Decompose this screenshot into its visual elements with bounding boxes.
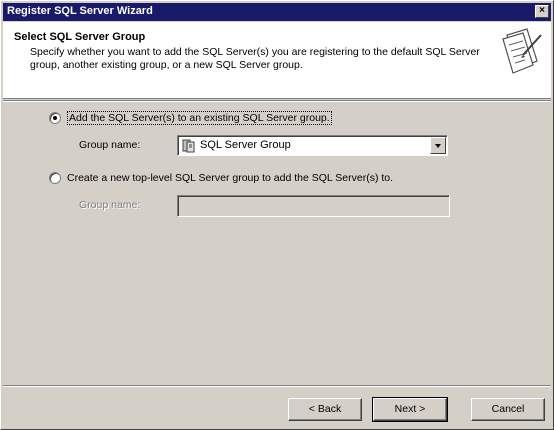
next-button[interactable]: Next > <box>372 397 448 422</box>
new-group-name-label: Group name: <box>79 199 141 211</box>
new-group-name-input[interactable] <box>177 195 450 217</box>
wizard-document-icon <box>502 28 542 74</box>
back-button[interactable]: < Back <box>288 398 362 421</box>
existing-group-option[interactable]: Add the SQL Server(s) to an existing SQL… <box>49 111 332 125</box>
close-icon: × <box>539 5 545 16</box>
chevron-down-icon[interactable] <box>430 137 446 154</box>
new-group-label: Create a new top-level SQL Server group … <box>67 172 394 184</box>
page-description: Specify whether you want to add the SQL … <box>30 46 480 71</box>
wizard-window: Register SQL Server Wizard × Select SQL … <box>0 0 554 430</box>
server-group-icon <box>182 139 195 153</box>
existing-group-radio[interactable] <box>49 112 61 124</box>
footer-divider <box>3 385 551 387</box>
group-name-value: SQL Server Group <box>200 139 291 151</box>
group-name-select[interactable]: SQL Server Group <box>177 135 448 156</box>
window-title: Register SQL Server Wizard <box>7 5 153 17</box>
page-title: Select SQL Server Group <box>14 31 146 43</box>
new-group-option[interactable]: Create a new top-level SQL Server group … <box>49 172 393 184</box>
new-group-radio[interactable] <box>49 172 61 184</box>
header-panel: Select SQL Server Group Specify whether … <box>3 22 551 99</box>
title-bar[interactable]: Register SQL Server Wizard × <box>3 3 551 21</box>
close-button[interactable]: × <box>535 5 549 18</box>
cancel-button[interactable]: Cancel <box>471 398 545 421</box>
header-divider <box>3 100 551 102</box>
group-name-label: Group name: <box>79 139 141 151</box>
existing-group-label: Add the SQL Server(s) to an existing SQL… <box>67 111 332 125</box>
